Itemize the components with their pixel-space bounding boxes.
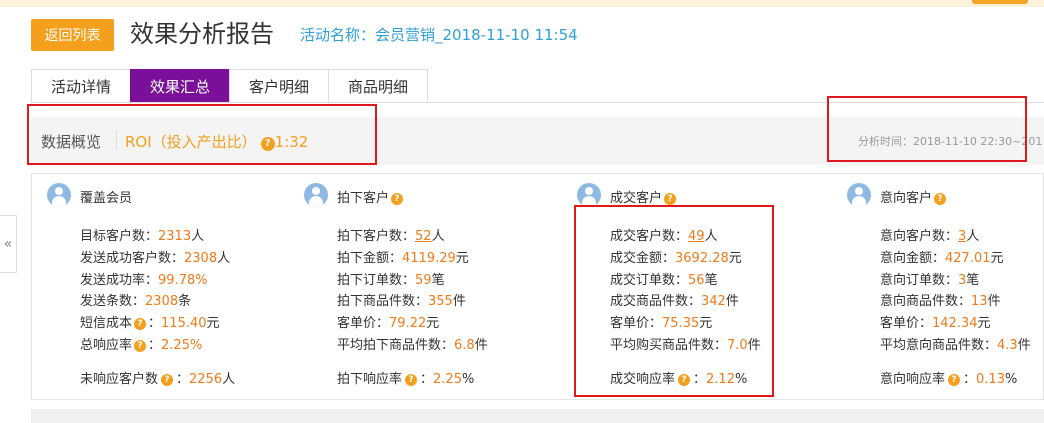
response-rate: 未响应客户数? ：2256人: [80, 372, 236, 387]
stat-value: 2.25: [161, 337, 190, 353]
tab-customer-details[interactable]: 客户明细: [229, 69, 330, 103]
stat-item: 客单价：142.34元: [880, 316, 991, 332]
stat-unit: 人: [217, 250, 231, 266]
stat-item: 发送条数：2308条: [80, 294, 192, 310]
stat-value: 115.40: [161, 316, 207, 332]
stat-value: 6.8: [454, 337, 475, 353]
highlight-box-deal-customers: [574, 205, 774, 397]
stats-list: 意向客户数：3人意向金额：427.01元 意向订单数：3笔意向商品件数：13件 客单…: [880, 226, 1031, 357]
stat-item: 平均意向商品件数：4.3件: [880, 337, 1031, 353]
response-rate-value: 2.25: [433, 372, 462, 387]
stat-item: 拍下订单数：59笔: [337, 272, 445, 288]
stat-value: 79.22: [389, 316, 427, 332]
column-title: 意向客户?: [880, 187, 948, 206]
help-icon[interactable]: ?: [391, 193, 404, 205]
stat-item: 拍下商品件数：355件: [337, 294, 466, 310]
response-rate: 意向响应率? ：0.13%: [880, 372, 1018, 387]
stat-value: 427.01: [945, 250, 991, 266]
stats-list: 目标客户数：2313人发送成功客户数：2308人 发送成功率：99.78% 发送条数…: [80, 226, 230, 357]
stat-value: 2308: [145, 294, 179, 310]
stat-unit: %: [189, 337, 203, 353]
back-to-list-button[interactable]: 返回列表: [31, 19, 114, 51]
stat-unit: 件: [452, 294, 466, 310]
stat-item: 拍下金额：4119.29元: [337, 250, 469, 266]
stat-value: 2313: [158, 229, 192, 244]
highlight-box-analysis-time: [827, 96, 1027, 162]
help-icon[interactable]: ?: [134, 318, 147, 331]
stat-value: 4119.29: [402, 250, 456, 266]
tab-effect-summary[interactable]: 效果汇总: [130, 69, 231, 103]
stat-unit: %: [195, 272, 208, 288]
stat-item: 目标客户数：2313人: [80, 229, 205, 244]
top-banner: [0, 0, 1044, 7]
stat-item: 客单价：79.22元: [337, 316, 440, 332]
highlight-box-roi: [27, 104, 377, 165]
next-section-bar: [31, 409, 1044, 423]
response-rate: 拍下响应率? ：2.25%: [337, 372, 475, 387]
stat-unit: 笔: [431, 272, 445, 288]
help-icon[interactable]: ?: [161, 374, 174, 386]
stat-unit: 件: [987, 294, 1001, 310]
stat-item: 意向金额：427.01元: [880, 250, 1004, 266]
customer-avatar-icon: [47, 183, 71, 207]
help-icon[interactable]: ?: [934, 193, 947, 205]
response-rate-unit: 人: [222, 372, 236, 387]
tab-activity-details[interactable]: 活动详情: [31, 69, 132, 103]
stat-unit: 人: [966, 229, 980, 244]
report-tabs: 活动详情 效果汇总 客户明细 商品明细: [31, 69, 429, 103]
help-icon[interactable]: ?: [664, 193, 677, 205]
help-icon[interactable]: ?: [948, 374, 961, 386]
stat-value[interactable]: 52: [415, 229, 432, 244]
stat-unit: 件: [474, 337, 488, 353]
stat-value: 4.3: [997, 337, 1018, 353]
page-title: 效果分析报告: [130, 20, 274, 48]
report-page: 返回列表 效果分析报告 活动名称：会员营销_2018-11-10 11:54 活…: [0, 0, 1044, 423]
stat-unit: 件: [1017, 337, 1031, 353]
column-title: 覆盖会员: [80, 191, 133, 206]
stat-unit: 笔: [966, 272, 980, 288]
help-icon[interactable]: ?: [405, 374, 418, 386]
top-banner-button[interactable]: [972, 0, 1028, 4]
activity-name: 活动名称：会员营销_2018-11-10 11:54: [300, 26, 578, 44]
customer-avatar-icon: [847, 183, 871, 207]
stat-item: 拍下客户数：52人: [337, 229, 445, 244]
customer-avatar-icon: [577, 183, 601, 207]
response-rate-value: 0.13: [976, 372, 1005, 387]
stat-item: 短信成本? ：115.40元: [80, 316, 220, 332]
stat-item: 意向订单数：3笔: [880, 272, 980, 288]
stat-value: 355: [428, 294, 453, 310]
stat-value: 99.78: [158, 272, 196, 288]
stat-value: 13: [971, 294, 988, 310]
stat-unit: 人: [191, 229, 205, 244]
tab-product-details[interactable]: 商品明细: [328, 69, 429, 103]
response-rate-unit: %: [1004, 372, 1018, 387]
stat-value: 142.34: [932, 316, 978, 332]
customer-avatar-icon: [304, 183, 328, 207]
stat-unit: 元: [990, 250, 1004, 266]
stat-item: 意向客户数：3人: [880, 229, 980, 244]
help-icon[interactable]: ?: [134, 339, 147, 352]
stat-item: 意向商品件数：13件: [880, 294, 1001, 310]
column-title: 成交客户?: [610, 187, 678, 206]
response-rate-unit: %: [461, 372, 475, 387]
stat-item: 总响应率? ：2.25%: [80, 337, 203, 353]
stat-unit: 条: [178, 294, 192, 310]
stats-list: 拍下客户数：52人拍下金额：4119.29元 拍下订单数：59笔拍下商品件数：35…: [337, 226, 488, 357]
stat-unit: 元: [455, 250, 469, 266]
stat-unit: 元: [426, 316, 440, 332]
stat-item: 发送成功率：99.78%: [80, 272, 208, 288]
stat-unit: 人: [431, 229, 445, 244]
stat-item: 平均拍下商品件数：6.8件: [337, 337, 488, 353]
stat-unit: 元: [977, 316, 991, 332]
stat-item: 发送成功客户数：2308人: [80, 250, 231, 266]
column-title: 拍下客户?: [337, 187, 405, 206]
stat-value: 59: [415, 272, 432, 288]
collapse-sidebar-button[interactable]: «: [0, 215, 17, 273]
stat-value: 2308: [184, 250, 218, 266]
response-rate-value: 2256: [189, 372, 223, 387]
stat-unit: 元: [206, 316, 220, 332]
